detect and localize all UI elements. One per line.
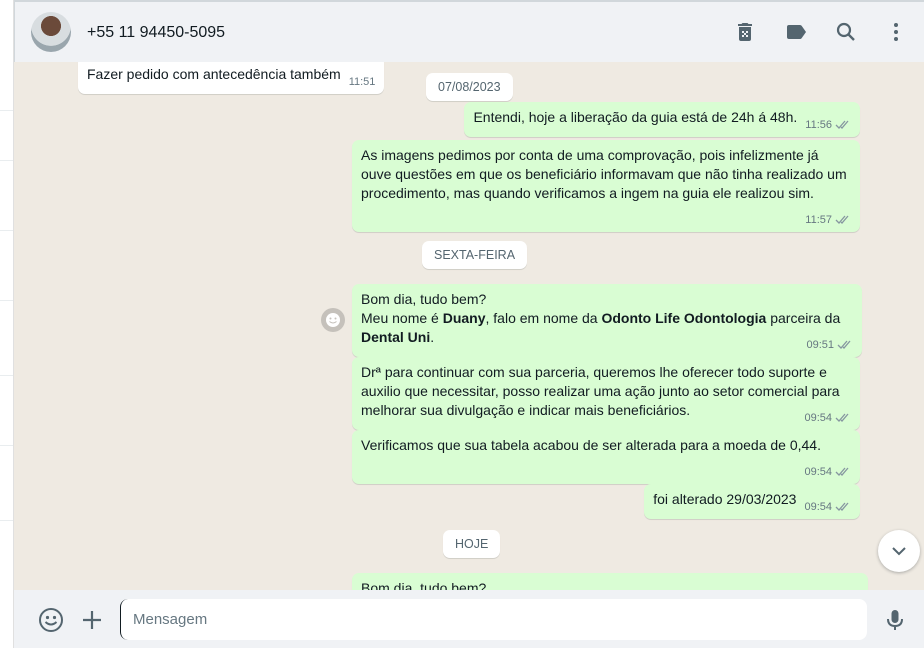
message-incoming: Fazer pedido com antecedência também 11:5…: [78, 62, 385, 94]
message-outgoing: Verificamos que sua tabela acabou de ser…: [352, 430, 860, 484]
contact-name[interactable]: +55 11 94450-5095: [87, 24, 225, 42]
menu-icon[interactable]: [884, 20, 908, 44]
message-outgoing: Bom dia, tudo bem?: [352, 573, 868, 590]
read-receipt-icon: [835, 120, 849, 129]
scroll-down-button[interactable]: [878, 530, 920, 572]
message-outgoing: Drª para continuar com sua parceria, que…: [352, 357, 860, 430]
read-receipt-icon: [835, 413, 849, 422]
message-outgoing: Entendi, hoje a liberação da guia está d…: [464, 102, 860, 137]
avatar[interactable]: [31, 12, 71, 52]
message-input[interactable]: [120, 599, 867, 640]
read-receipt-icon: [835, 502, 849, 511]
date-divider: 07/08/2023: [426, 73, 513, 101]
read-receipt-icon: [835, 215, 849, 224]
chevron-down-icon: [892, 547, 906, 556]
message-outgoing: Bom dia, tudo bem? Meu nome é Duany, fal…: [352, 284, 862, 357]
smiley-icon: [326, 313, 340, 327]
message-outgoing: foi alterado 29/03/2023 09:54: [644, 484, 860, 519]
chat-header: +55 11 94450-5095: [14, 0, 924, 62]
emoji-react-button[interactable]: [321, 308, 345, 332]
message-outgoing: As imagens pedimos por conta de uma comp…: [352, 140, 860, 232]
message-list[interactable]: Fazer pedido com antecedência também 11:5…: [14, 62, 924, 590]
microphone-icon[interactable]: [882, 607, 908, 633]
read-receipt-icon: [835, 467, 849, 476]
delete-icon[interactable]: [733, 20, 757, 44]
date-divider: HOJE: [443, 530, 501, 558]
attach-plus-icon[interactable]: [79, 607, 105, 633]
sidebar-edge: [0, 0, 14, 648]
label-icon[interactable]: [784, 20, 808, 44]
search-icon[interactable]: [834, 20, 858, 44]
emoji-icon[interactable]: [38, 607, 64, 633]
composer: [14, 590, 924, 648]
read-receipt-icon: [837, 340, 851, 349]
date-divider: SEXTA-FEIRA: [422, 241, 528, 269]
